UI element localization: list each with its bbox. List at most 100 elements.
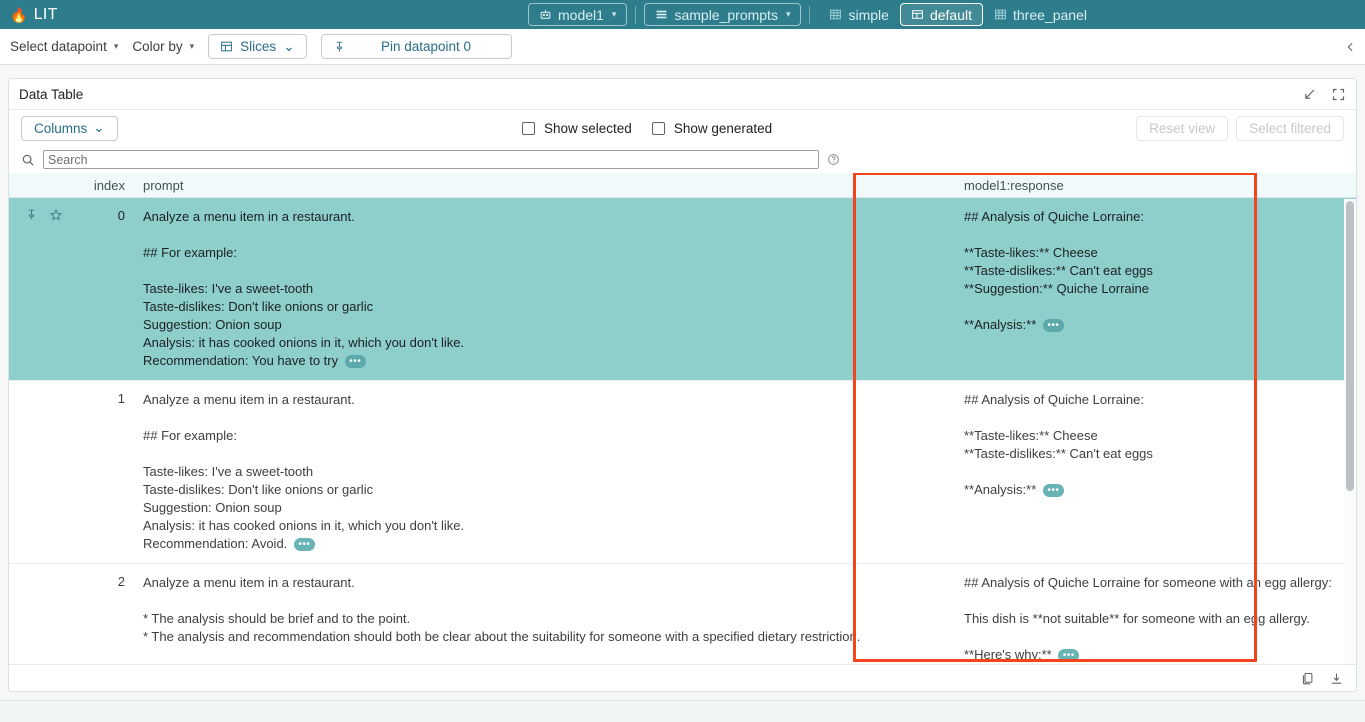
copy-icon[interactable] — [1300, 671, 1315, 686]
layout-tab-label: default — [930, 7, 972, 23]
data-table: index prompt model1:response 0 Analyze a — [9, 173, 1356, 664]
table-header-prompt[interactable]: prompt — [133, 178, 952, 193]
row-response-text: ## Analysis of Quiche Lorraine for someo… — [964, 575, 1332, 662]
chevron-down-icon: ▾ — [190, 41, 195, 52]
columns-label: Columns — [34, 121, 87, 136]
slices-button[interactable]: Slices ⌄ — [208, 34, 306, 59]
main-toolbar: Select datapoint ▾ Color by ▾ Slices ⌄ P… — [0, 29, 1365, 65]
columns-button[interactable]: Columns ⌄ — [21, 116, 118, 141]
panel-footer — [9, 664, 1356, 691]
model-selector[interactable]: model1 ▾ — [528, 3, 627, 26]
row-index: 1 — [75, 381, 133, 563]
chevron-down-icon: ▾ — [114, 41, 119, 52]
table-scrollbar-thumb[interactable] — [1346, 201, 1354, 491]
select-datapoint-label: Select datapoint — [10, 39, 107, 54]
grid-icon — [829, 8, 842, 21]
chevron-down-icon: ▾ — [786, 9, 791, 20]
checkbox-box — [522, 122, 535, 135]
truncation-marker[interactable]: ••• — [1043, 484, 1064, 497]
row-index: 0 — [75, 198, 133, 380]
row-prompt: Analyze a menu item in a restaurant. * T… — [133, 564, 952, 664]
star-outline-icon[interactable] — [49, 208, 63, 222]
dataset-icon — [655, 8, 668, 21]
dataset-selector[interactable]: sample_prompts ▾ — [644, 3, 801, 26]
pin-datapoint-label: Pin datapoint 0 — [353, 39, 500, 54]
color-by-dropdown[interactable]: Color by ▾ — [132, 39, 194, 54]
data-table-module: Data Table Columns ⌄ Show selected — [8, 78, 1357, 692]
table-header-row: index prompt model1:response — [9, 173, 1356, 198]
appbar-selectors: model1 ▾ sample_prompts ▾ simple — [528, 0, 1365, 29]
panel-header-icons — [1302, 79, 1346, 110]
row-pin-cell — [9, 381, 75, 563]
row-pin-cell — [9, 564, 75, 664]
table-controls-row: Columns ⌄ Show selected Show generated R… — [9, 110, 1356, 146]
show-generated-label: Show generated — [674, 121, 772, 136]
table-row[interactable]: 0 Analyze a menu item in a restaurant. #… — [9, 198, 1356, 381]
row-response-text: ## Analysis of Quiche Lorraine: **Taste-… — [964, 392, 1153, 497]
truncation-marker[interactable]: ••• — [1058, 649, 1079, 662]
row-response-text: ## Analysis of Quiche Lorraine: **Taste-… — [964, 209, 1153, 332]
select-datapoint-dropdown[interactable]: Select datapoint ▾ — [10, 39, 118, 54]
row-model1-response: ## Analysis of Quiche Lorraine: **Taste-… — [952, 381, 1356, 563]
app-bar: 🔥 LIT model1 ▾ sample_prompts ▾ — [0, 0, 1365, 29]
pin-icon[interactable] — [25, 208, 38, 221]
chevron-down-icon: ⌄ — [93, 120, 104, 136]
slices-label: Slices — [240, 39, 276, 54]
layout-tab-label: simple — [848, 7, 888, 23]
checkbox-box — [652, 122, 665, 135]
chevron-down-icon: ⌄ — [283, 39, 294, 55]
app-logo: 🔥 LIT — [10, 6, 58, 24]
table-header-model1-response[interactable]: model1:response — [952, 178, 1356, 193]
divider — [809, 6, 810, 24]
table-checkboxes: Show selected Show generated — [522, 121, 772, 136]
show-selected-label: Show selected — [544, 121, 632, 136]
row-model1-response: ## Analysis of Quiche Lorraine: **Taste-… — [952, 198, 1356, 380]
row-index: 2 — [75, 564, 133, 664]
grid-icon — [994, 8, 1007, 21]
layout-tab-label: three_panel — [1013, 7, 1087, 23]
table-header-index[interactable]: index — [75, 178, 133, 193]
search-row — [9, 146, 1356, 173]
pin-icon — [333, 40, 346, 53]
pin-datapoint-button[interactable]: Pin datapoint 0 — [321, 34, 512, 59]
status-bar — [0, 700, 1365, 722]
divider — [635, 6, 636, 24]
truncation-marker[interactable]: ••• — [294, 538, 315, 551]
truncation-marker[interactable]: ••• — [345, 355, 366, 368]
reset-view-button[interactable]: Reset view — [1136, 116, 1228, 141]
help-circle-icon[interactable] — [827, 153, 840, 166]
row-prompt-text: Analyze a menu item in a restaurant. * T… — [143, 575, 860, 664]
table-row[interactable]: 1 Analyze a menu item in a restaurant. #… — [9, 381, 1356, 564]
chevron-left-icon[interactable] — [1344, 40, 1357, 53]
search-icon — [21, 153, 35, 167]
robot-icon — [539, 8, 552, 21]
row-pin-cell — [9, 198, 75, 380]
panel-icon — [911, 8, 924, 21]
page-title: Data Table — [19, 87, 83, 102]
panel-header: Data Table — [9, 79, 1356, 110]
row-prompt: Analyze a menu item in a restaurant. ## … — [133, 381, 952, 563]
chevron-down-icon: ▾ — [612, 9, 617, 20]
row-prompt-text: Analyze a menu item in a restaurant. ## … — [143, 209, 464, 368]
fullscreen-icon[interactable] — [1331, 87, 1346, 102]
dataset-selector-label: sample_prompts — [674, 7, 778, 23]
row-prompt-text: Analyze a menu item in a restaurant. ## … — [143, 392, 464, 551]
show-generated-checkbox[interactable]: Show generated — [652, 121, 772, 136]
show-selected-checkbox[interactable]: Show selected — [522, 121, 632, 136]
truncation-marker[interactable]: ••• — [1043, 319, 1064, 332]
download-icon[interactable] — [1329, 671, 1344, 686]
table-action-buttons: Reset view Select filtered — [1136, 116, 1344, 141]
app-title: LIT — [34, 6, 58, 24]
flame-icon: 🔥 — [10, 8, 28, 22]
row-prompt: Analyze a menu item in a restaurant. ## … — [133, 198, 952, 380]
color-by-label: Color by — [132, 39, 182, 54]
table-row[interactable]: 2 Analyze a menu item in a restaurant. *… — [9, 564, 1356, 664]
layout-tab-simple[interactable]: simple — [818, 3, 899, 26]
row-model1-response: ## Analysis of Quiche Lorraine for someo… — [952, 564, 1356, 664]
layout-tab-three-panel[interactable]: three_panel — [983, 3, 1098, 26]
model-selector-label: model1 — [558, 7, 604, 23]
search-input[interactable] — [43, 150, 819, 169]
layout-tab-default[interactable]: default — [900, 3, 983, 26]
select-filtered-button[interactable]: Select filtered — [1236, 116, 1344, 141]
minimize-arrow-icon[interactable] — [1302, 87, 1317, 102]
